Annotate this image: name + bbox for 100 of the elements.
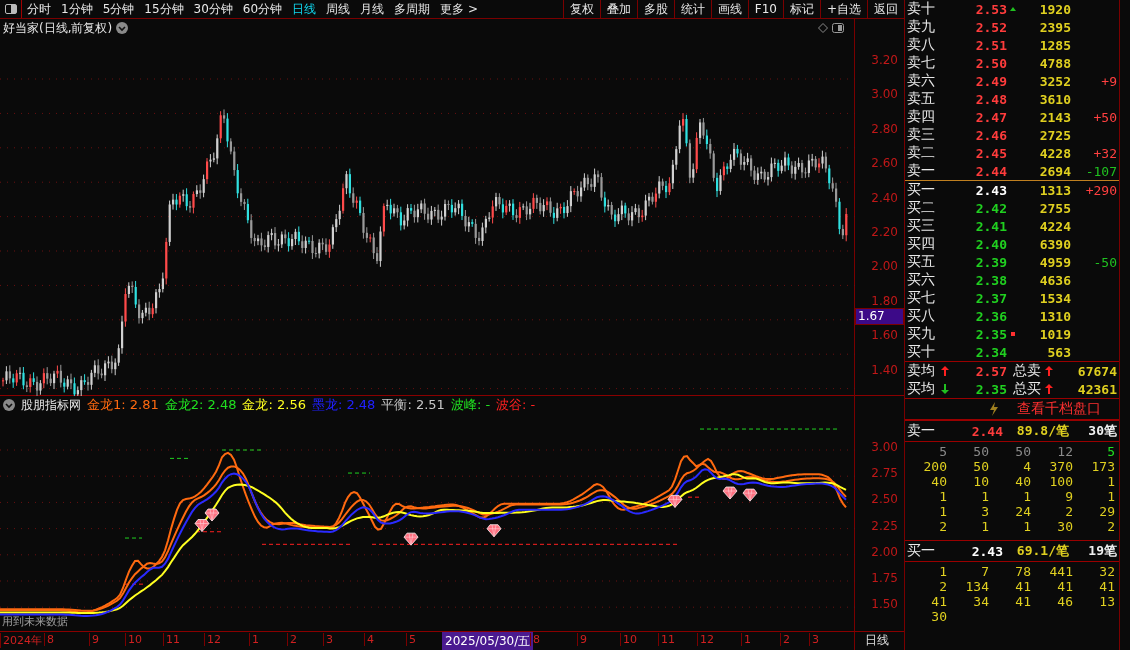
queue-order: 41: [1014, 579, 1031, 594]
period-tab[interactable]: 多周期: [389, 0, 436, 18]
time-label: 4: [364, 633, 374, 646]
toolbar-button[interactable]: 画线: [710, 0, 748, 18]
level-label: 卖六: [907, 72, 936, 90]
level-label: 买七: [907, 289, 936, 307]
depth-link[interactable]: 查看千档盘口: [1017, 400, 1101, 418]
level-line: [169, 457, 191, 459]
toolbar-button[interactable]: 复权: [562, 0, 600, 18]
price-value: 2.49: [974, 73, 1007, 89]
axis-label: 2.25: [871, 518, 898, 533]
toolbar-button[interactable]: 返回: [867, 0, 904, 18]
change-value: +9: [1100, 73, 1117, 89]
queue-order: 1: [938, 489, 947, 504]
level-label: 卖三: [907, 126, 936, 144]
axis-label: 2.60: [871, 156, 898, 171]
queue-count: 19笔: [1087, 542, 1117, 560]
axis-label: 1.40: [871, 362, 898, 377]
queue-order: 41: [930, 594, 947, 609]
price-value: 2.52: [974, 19, 1007, 35]
period-tab[interactable]: 月线: [355, 0, 390, 18]
volume-value: 1920: [1038, 1, 1071, 17]
summary-label: 买均: [907, 380, 936, 398]
level-label: 买五: [907, 253, 936, 271]
toolbar-button[interactable]: 标记: [782, 0, 820, 18]
price-value: 2.50: [974, 55, 1007, 71]
warning-note: 用到未来数据: [2, 614, 68, 629]
legend-value: 墨龙: 2.48: [311, 396, 376, 414]
period-tab[interactable]: 5分钟: [97, 0, 140, 18]
panel-toggle-icon[interactable]: [832, 23, 844, 33]
volume-value: 6390: [1038, 236, 1071, 252]
time-label: 11: [163, 633, 180, 646]
change-value: -107: [1084, 163, 1117, 179]
price-value: 2.38: [974, 272, 1007, 288]
level-label: 卖十: [907, 0, 936, 18]
axis-label: 2.50: [871, 492, 898, 507]
time-label: 5: [406, 633, 416, 646]
level-line: [124, 537, 143, 539]
queue-order: 13: [1098, 594, 1115, 609]
toolbar-button[interactable]: 叠加: [599, 0, 637, 18]
time-label: 8: [530, 633, 540, 646]
queue-order: 40: [1014, 474, 1031, 489]
period-tab[interactable]: 15分钟: [139, 0, 189, 18]
period-tab[interactable]: 分时: [22, 0, 56, 18]
time-label: 11: [658, 633, 675, 646]
queue-order: 50: [972, 459, 989, 474]
lightning-icon: [989, 402, 999, 416]
level-label: 卖一: [907, 162, 936, 180]
toolbar-button[interactable]: F10: [747, 0, 783, 18]
queue-order: 32: [1098, 564, 1115, 579]
queue-label: 买一: [907, 542, 936, 560]
axis-label: 2.75: [871, 466, 898, 481]
price-value: 2.53: [974, 1, 1007, 17]
queue-order: 78: [1014, 564, 1031, 579]
volume-value: 4636: [1038, 272, 1071, 288]
queue-order: 1: [1106, 489, 1115, 504]
legend-value: 金龙2: 2.48: [164, 396, 237, 414]
summary-label: 卖均: [907, 362, 936, 380]
gem-icon: [403, 532, 419, 546]
time-label: 9: [577, 633, 587, 646]
toolbar-button[interactable]: 多股: [636, 0, 674, 18]
gem-icon: [667, 495, 683, 508]
period-tab[interactable]: 周线: [321, 0, 356, 18]
queue-average: 89.8/笔: [1015, 422, 1069, 440]
period-tab[interactable]: 1分钟: [56, 0, 98, 18]
axis-label: 3.00: [871, 440, 898, 454]
price-value: 2.37: [974, 290, 1007, 306]
time-label: 12: [204, 633, 221, 646]
queue-order: 1: [1022, 489, 1031, 504]
price-value: 2.46: [974, 127, 1007, 143]
volume-value: 1019: [1038, 326, 1071, 342]
volume-value: 4228: [1038, 145, 1071, 161]
summary-label: 总卖: [1013, 362, 1042, 380]
queue-order: 12: [1056, 444, 1073, 459]
queue-order: 41: [1056, 579, 1073, 594]
period-tab[interactable]: 更多 >: [435, 0, 483, 18]
dropdown-icon[interactable]: [3, 399, 15, 411]
price-value: 2.39: [974, 254, 1007, 270]
axis-label: 3.20: [871, 53, 898, 67]
legend-value: 金龙: 2.56: [242, 396, 306, 414]
time-label: 3: [323, 633, 333, 646]
queue-order: 40: [930, 474, 947, 489]
period-tab[interactable]: 日线: [287, 0, 322, 18]
queue-order: 134: [964, 579, 989, 594]
level-line: [124, 583, 146, 585]
chart-title: 好当家(日线,前复权): [3, 19, 113, 37]
indicator-name: 股朋指标网: [21, 396, 81, 414]
volume-value: 1310: [1038, 308, 1071, 324]
period-tab[interactable]: 60分钟: [237, 0, 288, 18]
price-value: 2.48: [974, 91, 1007, 107]
period-tab[interactable]: 30分钟: [188, 0, 238, 18]
axis-label: 1.50: [871, 597, 898, 612]
time-label: 10: [125, 633, 142, 646]
dropdown-icon[interactable]: [116, 22, 129, 34]
volume-value: 3252: [1038, 73, 1071, 89]
legend-value: 波谷: -: [496, 396, 536, 414]
toolbar-button[interactable]: +自选: [819, 0, 867, 18]
volume-value: 2725: [1038, 127, 1071, 143]
price-value: 2.43: [974, 182, 1007, 198]
toolbar-button[interactable]: 统计: [673, 0, 711, 18]
